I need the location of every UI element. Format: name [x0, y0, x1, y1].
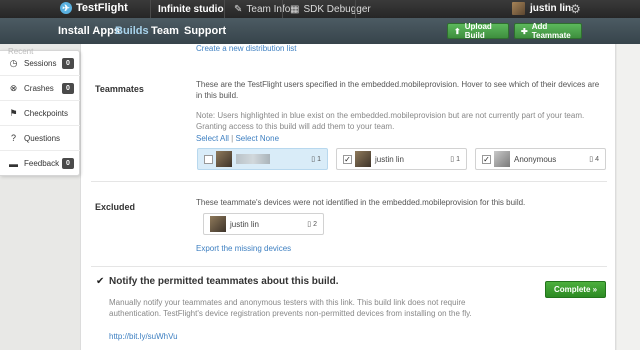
teammate-name: justin lin [375, 154, 404, 164]
teammate-avatar [216, 151, 232, 167]
user-name: justin lin [530, 3, 572, 14]
export-missing-devices-link[interactable]: Export the missing devices [196, 244, 291, 253]
divider [355, 0, 356, 18]
teammate-checkbox[interactable]: ✓ [343, 154, 352, 164]
teammate-checkbox[interactable] [204, 154, 213, 164]
divider [91, 266, 607, 267]
sidebar-item-label: Questions [24, 133, 61, 143]
nav-builds[interactable]: Builds [115, 25, 149, 37]
team-info-label: Team Info [246, 4, 291, 15]
nav-support[interactable]: Support [184, 25, 226, 37]
teammate-device-count: ▯ 1 [311, 156, 321, 163]
testflight-logo[interactable]: ✈ TestFlight [60, 2, 128, 14]
teammates-description: These are the TestFlight users specified… [196, 80, 600, 100]
upload-build-label: Upload Build [464, 22, 492, 40]
testflight-icon: ✈ [60, 2, 72, 14]
notify-description: Manually notify your teammates and anony… [109, 298, 472, 318]
teammate-device-count: ▯ 4 [589, 156, 599, 163]
count-badge: 0 [62, 57, 74, 69]
avatar [512, 2, 525, 15]
teammate-card[interactable]: ✓ justin lin ▯ 1 [336, 148, 467, 170]
divider [91, 181, 607, 182]
brand-name: TestFlight [76, 2, 128, 14]
excluded-teammate-card: justin lin ▯ 2 [203, 213, 324, 235]
user-menu[interactable]: justin lin [512, 2, 571, 15]
build-sidebar: Recent ◷ Sessions 0 ⊗ Crashes 0 ⚑ Checkp… [0, 47, 80, 176]
nav-team[interactable]: Team [151, 25, 179, 37]
clock-icon: ◷ [9, 57, 18, 68]
speech-bubble-icon: ▬ [9, 158, 18, 169]
select-links: Select All | Select None [196, 134, 280, 143]
page-margin [617, 44, 640, 350]
teammate-device-count: ▯ 2 [307, 221, 317, 228]
sidebar-item-feedback[interactable]: ▬ Feedback 0 [0, 151, 80, 176]
sidebar-item-questions[interactable]: ? Questions [0, 126, 80, 151]
sidebar-item-crashes[interactable]: ⊗ Crashes 0 [0, 76, 80, 101]
teammate-name-redacted [236, 154, 270, 164]
build-share-link[interactable]: http://bit.ly/suWhVu [109, 332, 178, 341]
question-icon: ? [10, 133, 16, 143]
select-none-link[interactable]: Select None [235, 134, 279, 143]
upload-build-button[interactable]: ⬆ Upload Build [447, 22, 509, 40]
divider [282, 0, 283, 18]
nav-install-apps[interactable]: Install Apps [58, 25, 120, 37]
teammate-name: Anonymous [514, 154, 557, 164]
sdk-debugger-label: SDK Debugger [303, 4, 371, 15]
add-teammate-label: Add Teammate [531, 22, 571, 40]
notify-checkbox[interactable]: ✔ [96, 277, 105, 287]
top-bar: ✈ TestFlight Infinite studio ✎ Team Info… [0, 0, 640, 18]
pencil-icon: ✎ [234, 4, 243, 15]
gear-icon[interactable]: ⚙ [570, 2, 581, 16]
sidebar-item-label: Checkpoints [24, 108, 69, 118]
divider [150, 0, 151, 18]
debugger-icon: ▦ [290, 4, 300, 15]
sidebar-item-label: Sessions [24, 58, 57, 68]
add-teammate-button[interactable]: ✚ Add Teammate [514, 22, 582, 40]
studio-name: Infinite studio [158, 4, 224, 15]
teammate-avatar [210, 216, 226, 232]
studio-selector[interactable]: Infinite studio [158, 4, 224, 15]
teammate-device-count: ▯ 1 [450, 156, 460, 163]
teammate-avatar [355, 151, 371, 167]
select-all-link[interactable]: Select All [196, 134, 229, 143]
teammate-card[interactable]: ▯ 1 [197, 148, 328, 170]
excluded-heading: Excluded [95, 202, 136, 212]
complete-button[interactable]: Complete » [545, 281, 606, 298]
main-nav: Install Apps Builds Team Support ⬆ Uploa… [0, 18, 640, 44]
teammates-note: Note: Users highlighted in blue exist on… [196, 111, 585, 131]
count-badge: 0 [62, 158, 74, 169]
sidebar-item-label: Crashes [24, 83, 54, 93]
sidebar-item-sessions[interactable]: ◷ Sessions 0 [0, 51, 80, 76]
excluded-description: These teammate's devices were not identi… [196, 198, 526, 207]
flag-icon: ⚑ [9, 107, 18, 118]
create-distribution-list-link[interactable]: Create a new distribution list [196, 44, 297, 53]
teammate-name: justin lin [230, 219, 259, 229]
teammate-checkbox[interactable]: ✓ [482, 154, 491, 164]
add-user-icon: ✚ [521, 26, 528, 36]
notify-heading: Notify the permitted teammates about thi… [109, 276, 339, 287]
build-permissions-panel: Create a new distribution list Teammates… [80, 44, 616, 350]
divider [224, 0, 225, 18]
anonymous-avatar [494, 151, 510, 167]
count-badge: 0 [62, 82, 74, 94]
sidebar-item-label: Feedback [24, 159, 60, 168]
x-circle-icon: ⊗ [9, 82, 18, 93]
upload-icon: ⬆ [454, 26, 461, 36]
teammates-heading: Teammates [95, 84, 144, 94]
teammate-card[interactable]: ✓ Anonymous ▯ 4 [475, 148, 606, 170]
sdk-debugger-link[interactable]: ▦ SDK Debugger [290, 4, 371, 15]
sidebar-item-checkpoints[interactable]: ⚑ Checkpoints [0, 101, 80, 126]
